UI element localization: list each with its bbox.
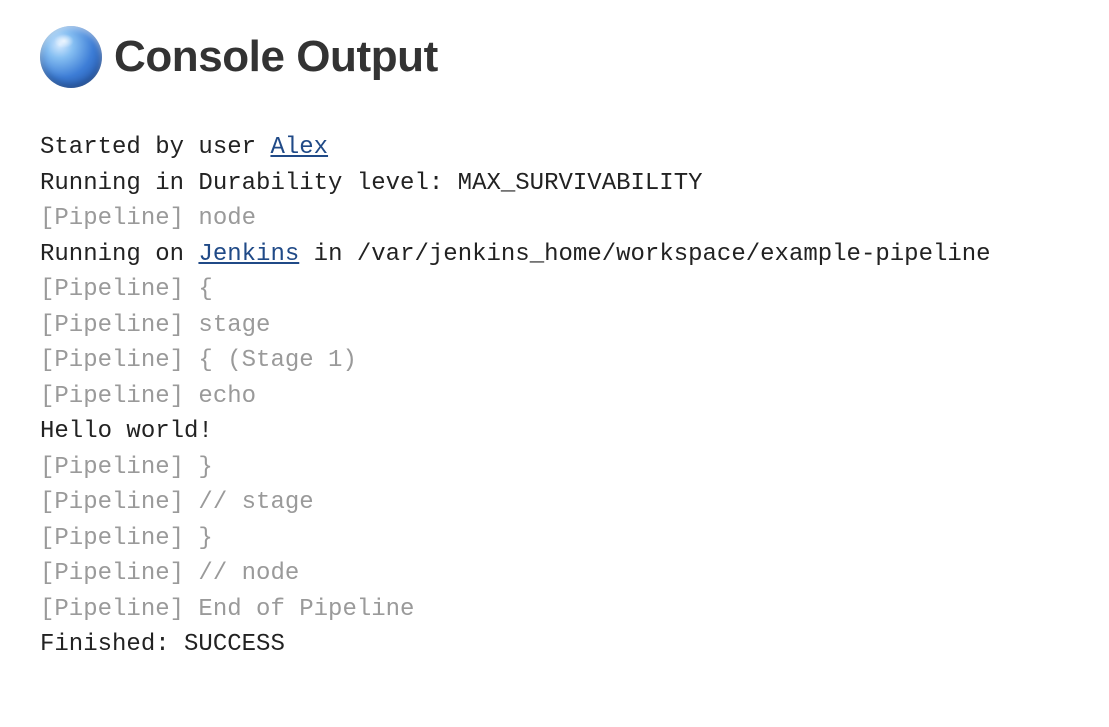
console-line-stage-open: [Pipeline] { (Stage 1) xyxy=(40,347,357,374)
console-line-pipeline-end: [Pipeline] End of Pipeline xyxy=(40,596,414,623)
console-line-stage: [Pipeline] stage xyxy=(40,312,270,339)
build-status-ball-icon xyxy=(40,26,102,88)
console-line-close-2: [Pipeline] } xyxy=(40,525,213,552)
console-line-finished: Finished: SUCCESS xyxy=(40,631,285,658)
running-on-path: in /var/jenkins_home/workspace/example-p… xyxy=(299,241,990,268)
console-line-open-brace: [Pipeline] { xyxy=(40,276,213,303)
console-output: Started by user Alex Running in Durabili… xyxy=(40,130,1069,663)
console-line-close-1: [Pipeline] } xyxy=(40,454,213,481)
console-line-echo-output: Hello world! xyxy=(40,418,213,445)
started-by-text: Started by user xyxy=(40,134,270,161)
console-line-running-on: Running on Jenkins in /var/jenkins_home/… xyxy=(40,241,991,268)
page-header: Console Output xyxy=(40,26,1069,88)
user-link[interactable]: Alex xyxy=(270,134,328,161)
console-line-end-stage: [Pipeline] // stage xyxy=(40,489,314,516)
console-line-echo: [Pipeline] echo xyxy=(40,383,256,410)
node-link[interactable]: Jenkins xyxy=(198,241,299,268)
console-line-started: Started by user Alex xyxy=(40,134,328,161)
running-on-prefix: Running on xyxy=(40,241,198,268)
console-line-pipeline-node: [Pipeline] node xyxy=(40,205,256,232)
console-line-end-node: [Pipeline] // node xyxy=(40,560,299,587)
console-line-durability: Running in Durability level: MAX_SURVIVA… xyxy=(40,170,703,197)
page-title: Console Output xyxy=(114,32,438,82)
